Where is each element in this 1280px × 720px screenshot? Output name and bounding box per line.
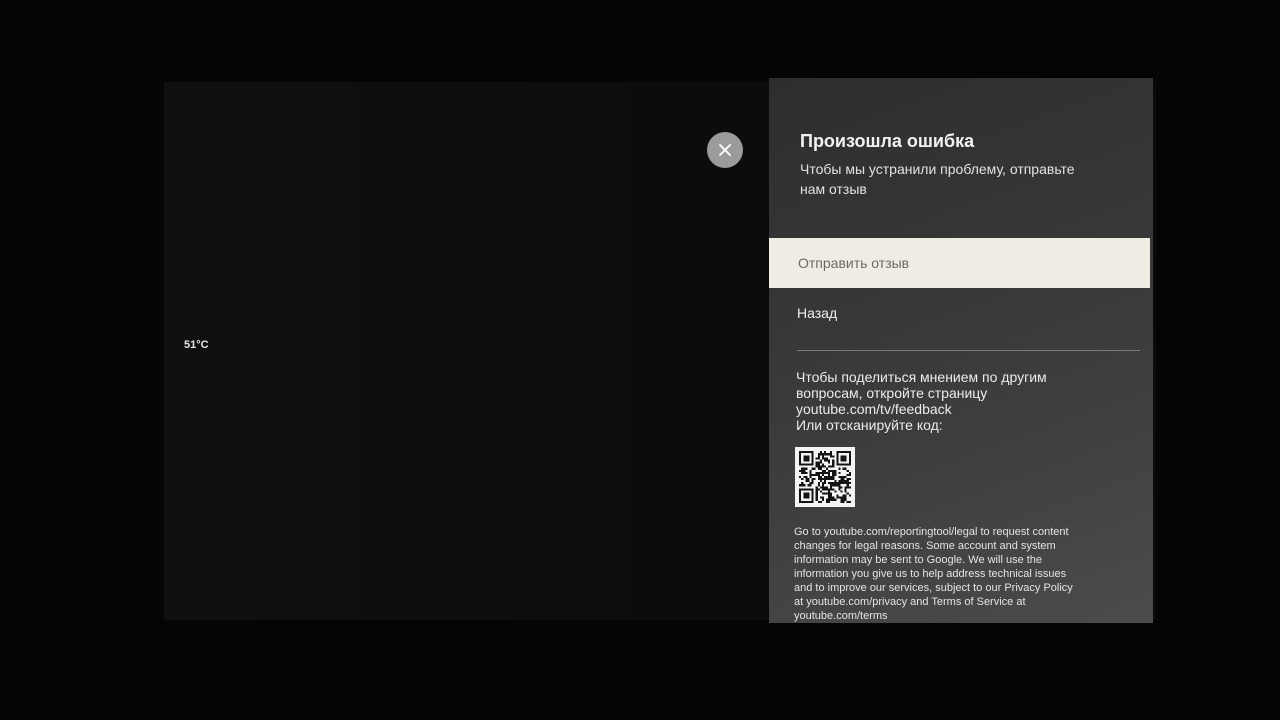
dialog-subtitle-line: нам отзыв [800,181,867,197]
menu-item-label: Назад [797,305,838,321]
dialog-title: Произошла ошибка [800,131,975,151]
legal-line: youtube.com/terms [794,610,888,622]
dialog-subtitle: Чтобы мы устранили проблему, отправьте н… [800,159,1075,199]
qr-code [795,447,855,507]
feedback-info-line: Или отсканируйте код: [796,417,943,433]
feedback-url: youtube.com/tv/feedback [796,401,952,417]
divider [797,350,1140,351]
legal-line: information you give us to help address … [794,568,1067,580]
legal-line: and to improve our services, subject to … [794,582,1073,594]
close-button[interactable] [707,132,743,168]
menu-item-label: Отправить отзыв [798,255,910,271]
error-dialog-panel: Произошла ошибка Чтобы мы устранили проб… [769,78,1153,623]
feedback-info-line: Чтобы поделиться мнением по другим [796,369,1047,385]
dialog-subtitle-line: Чтобы мы устранили проблему, отправьте [800,161,1075,177]
legal-line: Go to youtube.com/reportingtool/legal to… [794,526,1069,538]
temperature-label: 51°C [184,339,209,351]
feedback-info-line: вопросам, откройте страницу [796,385,988,401]
qr-code-icon [799,451,851,503]
menu-item-send-feedback[interactable]: Отправить отзыв [769,238,1150,288]
menu-item-back[interactable]: Назад [769,288,1150,338]
legal-line: changes for legal reasons. Some account … [794,540,1056,552]
dialog-menu: Отправить отзыв Назад [769,238,1150,338]
legal-line: information may be sent to Google. We wi… [794,554,1043,566]
feedback-info: Чтобы поделиться мнением по другим вопро… [796,369,1047,433]
close-icon [719,144,731,156]
legal-line: at youtube.com/privacy and Terms of Serv… [794,596,1026,608]
legal-notice: Go to youtube.com/reportingtool/legal to… [794,525,1073,623]
